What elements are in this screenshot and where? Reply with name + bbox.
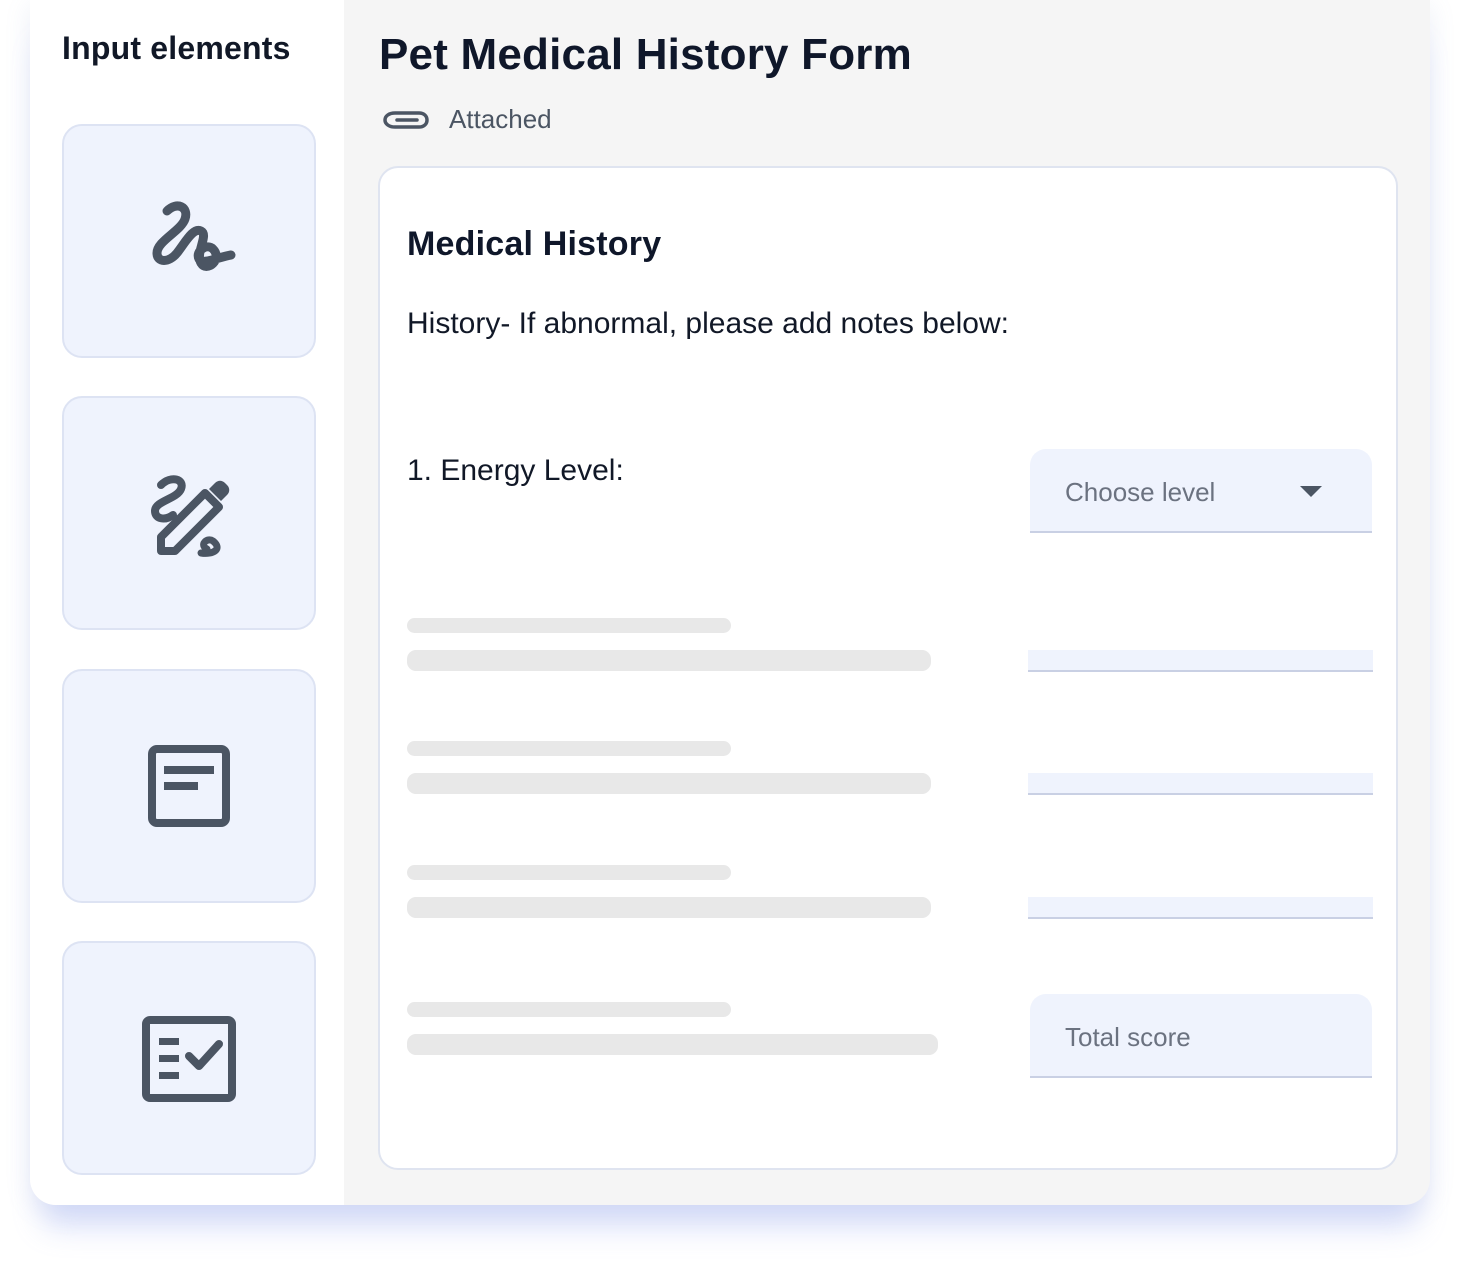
attachment-label: Attached	[449, 104, 552, 134]
placeholder-input[interactable]	[1028, 897, 1373, 919]
text-note-icon	[148, 745, 230, 827]
total-score-placeholder: Total score	[1065, 1022, 1191, 1052]
select-placeholder: Choose level	[1065, 477, 1216, 507]
skeleton-line	[407, 773, 931, 794]
instruction-text: History- If abnormal, please add notes b…	[407, 307, 1009, 340]
caret-down-icon	[1300, 486, 1322, 497]
skeleton-line	[407, 650, 931, 671]
skeleton-line	[407, 865, 731, 880]
app-window: Input elements Pet Medical History Form …	[30, 0, 1430, 1205]
page-title: Pet Medical History Form	[379, 30, 912, 79]
energy-level-label: 1. Energy Level:	[407, 454, 624, 487]
text-element-tile[interactable]	[62, 669, 316, 903]
energy-level-select[interactable]: Choose level	[1030, 449, 1372, 533]
medical-history-card: Medical History History- If abnormal, pl…	[378, 166, 1398, 1170]
skeleton-line	[407, 618, 731, 633]
placeholder-input[interactable]	[1028, 650, 1373, 672]
draw-element-tile[interactable]	[62, 396, 316, 630]
checklist-element-tile[interactable]	[62, 941, 316, 1175]
checklist-icon	[142, 1016, 236, 1102]
skeleton-line	[407, 1002, 731, 1017]
placeholder-input[interactable]	[1028, 773, 1373, 795]
draw-edit-icon	[151, 475, 230, 557]
form-area: Pet Medical History Form Attached Medica…	[344, 0, 1430, 1205]
sidebar: Input elements	[30, 0, 344, 1205]
skeleton-line	[407, 1034, 938, 1055]
sidebar-title: Input elements	[62, 30, 291, 66]
skeleton-line	[407, 897, 931, 918]
skeleton-line	[407, 741, 731, 756]
section-title: Medical History	[407, 225, 662, 263]
attachment-link[interactable]: Attached	[381, 104, 552, 135]
signature-icon	[152, 201, 236, 271]
paperclip-icon	[383, 110, 429, 129]
signature-element-tile[interactable]	[62, 124, 316, 358]
total-score-field[interactable]: Total score	[1030, 994, 1372, 1078]
